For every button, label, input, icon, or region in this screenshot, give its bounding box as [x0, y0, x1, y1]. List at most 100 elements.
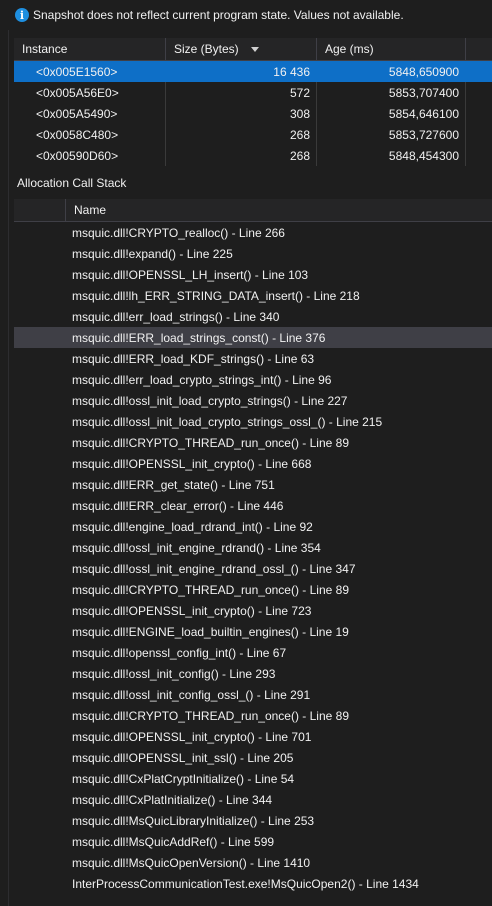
stack-frame-row[interactable]: InterProcessCommunicationTest.exe!MsQuic… [14, 873, 492, 894]
stack-frame-label: msquic.dll!OPENSSL_init_crypto() - Line … [72, 603, 312, 618]
stack-frame-label: msquic.dll!MsQuicLibraryInitialize() - L… [72, 813, 315, 828]
size-cell: 308 [166, 103, 317, 124]
stack-frame-row[interactable]: msquic.dll!OPENSSL_init_crypto() - Line … [14, 600, 492, 621]
stack-frame-label: msquic.dll!expand() - Line 225 [72, 246, 233, 261]
stack-frame-label: msquic.dll!ossl_init_config_ossl_() - Li… [72, 687, 311, 702]
stack-frame-label: msquic.dll!ossl_init_load_crypto_strings… [72, 414, 383, 429]
stack-frame-row[interactable]: msquic.dll!lh_ERR_STRING_DATA_insert() -… [14, 285, 492, 306]
stack-frame-label: msquic.dll!OPENSSL_init_crypto() - Line … [72, 729, 312, 744]
stack-frame-row[interactable]: msquic.dll!ERR_load_strings_const() - Li… [14, 327, 492, 348]
age-cell: 5853,727600 [317, 124, 466, 145]
column-header-gutter [14, 199, 66, 221]
empty-cell [466, 145, 492, 166]
stack-frame-label: msquic.dll!openssl_config_int() - Line 6… [72, 645, 287, 660]
size-cell: 16 436 [166, 61, 317, 82]
stack-frame-row[interactable]: msquic.dll!err_load_crypto_strings_int()… [14, 369, 492, 390]
stack-frame-label: msquic.dll!CRYPTO_THREAD_run_once() - Li… [72, 435, 350, 450]
stack-frame-row[interactable]: msquic.dll!ERR_load_KDF_strings() - Line… [14, 348, 492, 369]
info-bar: i Snapshot does not reflect current prog… [0, 0, 492, 30]
stack-frame-row[interactable]: msquic.dll!CRYPTO_THREAD_run_once() - Li… [14, 432, 492, 453]
stack-frame-row[interactable]: msquic.dll!ossl_init_engine_rdrand() - L… [14, 537, 492, 558]
instance-row[interactable]: <0x005A5490> 308 5854,646100 [14, 103, 492, 124]
instances-rows: <0x005E1560> 16 436 5848,650900 <0x005A56E0… [14, 61, 492, 166]
instance-cell: <0x005E1560> [14, 61, 166, 82]
empty-cell [466, 82, 492, 103]
stack-frame-label: msquic.dll!ERR_get_state() - Line 751 [72, 477, 275, 492]
column-header-age[interactable]: Age (ms) [317, 38, 466, 60]
stack-frame-row[interactable]: msquic.dll!CRYPTO_realloc() - Line 266 [14, 222, 492, 243]
stack-frame-row[interactable]: msquic.dll!CxPlatCryptInitialize() - Lin… [14, 768, 492, 789]
stack-frame-label: msquic.dll!CRYPTO_THREAD_run_once() - Li… [72, 582, 350, 597]
stack-frame-row[interactable]: msquic.dll!MsQuicAddRef() - Line 599 [14, 831, 492, 852]
empty-cell [466, 124, 492, 145]
stack-frame-row[interactable]: msquic.dll!OPENSSL_init_crypto() - Line … [14, 453, 492, 474]
stack-frame-label: msquic.dll!ossl_init_load_crypto_strings… [72, 393, 348, 408]
stack-frame-label: msquic.dll!OPENSSL_init_ssl() - Line 205 [72, 750, 294, 765]
stack-frame-label: msquic.dll!MsQuicAddRef() - Line 599 [72, 834, 275, 849]
stack-frame-row[interactable]: msquic.dll!ENGINE_load_builtin_engines()… [14, 621, 492, 642]
instance-cell: <0x0058C480> [14, 124, 166, 145]
stack-frame-row[interactable]: msquic.dll!ERR_get_state() - Line 751 [14, 474, 492, 495]
instance-row[interactable]: <0x0058C480> 268 5853,727600 [14, 124, 492, 145]
stack-frame-row[interactable]: msquic.dll!ERR_clear_error() - Line 446 [14, 495, 492, 516]
info-icon: i [15, 8, 29, 22]
column-header-empty [466, 38, 492, 60]
stack-frame-row[interactable]: msquic.dll!MsQuicLibraryInitialize() - L… [14, 810, 492, 831]
stack-frame-label: msquic.dll!ENGINE_load_builtin_engines()… [72, 624, 349, 639]
stack-frame-label: msquic.dll!CxPlatInitialize() - Line 344 [72, 792, 273, 807]
stack-frame-label: msquic.dll!err_load_strings() - Line 340 [72, 309, 280, 324]
stack-frame-label: msquic.dll!MsQuicOpenVersion() - Line 14… [72, 855, 311, 870]
stack-frame-row[interactable]: msquic.dll!CxPlatInitialize() - Line 344 [14, 789, 492, 810]
stack-frame-label: msquic.dll!ossl_init_engine_rdrand_ossl_… [72, 561, 356, 576]
instances-header: Instance Size (Bytes) Age (ms) [14, 38, 492, 61]
stack-frame-label: msquic.dll!err_load_crypto_strings_int()… [72, 372, 332, 387]
sort-descending-icon [250, 46, 259, 52]
stack-frame-row[interactable]: msquic.dll!OPENSSL_init_crypto() - Line … [14, 726, 492, 747]
call-stack-table: Name msquic.dll!CRYPTO_realloc() - Line … [14, 199, 492, 894]
stack-frame-label: msquic.dll!ERR_load_strings_const() - Li… [72, 330, 326, 345]
column-header-instance[interactable]: Instance [14, 38, 166, 60]
empty-cell [466, 103, 492, 124]
column-header-size[interactable]: Size (Bytes) [166, 38, 317, 60]
instance-row[interactable]: <0x00590D60> 268 5848,454300 [14, 145, 492, 166]
instance-row[interactable]: <0x005E1560> 16 436 5848,650900 [14, 61, 492, 82]
stack-frame-row[interactable]: msquic.dll!err_load_strings() - Line 340 [14, 306, 492, 327]
stack-frame-row[interactable]: msquic.dll!ossl_init_load_crypto_strings… [14, 411, 492, 432]
stack-frame-row[interactable]: msquic.dll!MsQuicOpenVersion() - Line 14… [14, 852, 492, 873]
stack-frame-row[interactable]: msquic.dll!openssl_config_int() - Line 6… [14, 642, 492, 663]
stack-frame-row[interactable]: msquic.dll!CRYPTO_THREAD_run_once() - Li… [14, 705, 492, 726]
stack-frame-label: InterProcessCommunicationTest.exe!MsQuic… [72, 876, 419, 891]
stack-frame-row[interactable]: msquic.dll!ossl_init_config() - Line 293 [14, 663, 492, 684]
info-message: Snapshot does not reflect current progra… [33, 8, 404, 22]
stack-frame-label: msquic.dll!ERR_load_KDF_strings() - Line… [72, 351, 315, 366]
age-cell: 5853,707400 [317, 82, 466, 103]
instance-cell: <0x005A5490> [14, 103, 166, 124]
stack-frame-row[interactable]: msquic.dll!expand() - Line 225 [14, 243, 492, 264]
stack-frame-row[interactable]: msquic.dll!CRYPTO_THREAD_run_once() - Li… [14, 579, 492, 600]
instance-cell: <0x00590D60> [14, 145, 166, 166]
stack-frame-label: msquic.dll!OPENSSL_LH_insert() - Line 10… [72, 267, 309, 282]
empty-cell [466, 61, 492, 82]
call-stack-title: Allocation Call Stack [17, 176, 127, 190]
stack-frame-row[interactable]: msquic.dll!ossl_init_config_ossl_() - Li… [14, 684, 492, 705]
age-cell: 5848,454300 [317, 145, 466, 166]
age-cell: 5848,650900 [317, 61, 466, 82]
stack-frame-row[interactable]: msquic.dll!ossl_init_load_crypto_strings… [14, 390, 492, 411]
call-stack-rows: msquic.dll!CRYPTO_realloc() - Line 266 ms… [14, 222, 492, 894]
instance-row[interactable]: <0x005A56E0> 572 5853,707400 [14, 82, 492, 103]
age-cell: 5854,646100 [317, 103, 466, 124]
left-border [8, 30, 9, 906]
stack-frame-row[interactable]: msquic.dll!OPENSSL_init_ssl() - Line 205 [14, 747, 492, 768]
stack-frame-label: msquic.dll!ossl_init_config() - Line 293 [72, 666, 276, 681]
column-header-name[interactable]: Name [66, 199, 492, 221]
stack-frame-row[interactable]: msquic.dll!OPENSSL_LH_insert() - Line 10… [14, 264, 492, 285]
stack-frame-label: msquic.dll!CRYPTO_realloc() - Line 266 [72, 225, 285, 240]
stack-frame-label: msquic.dll!OPENSSL_init_crypto() - Line … [72, 456, 312, 471]
stack-frame-label: msquic.dll!lh_ERR_STRING_DATA_insert() -… [72, 288, 360, 303]
stack-frame-row[interactable]: msquic.dll!ossl_init_engine_rdrand_ossl_… [14, 558, 492, 579]
stack-frame-label: msquic.dll!ERR_clear_error() - Line 446 [72, 498, 284, 513]
stack-frame-label: msquic.dll!engine_load_rdrand_int() - Li… [72, 519, 313, 534]
size-cell: 268 [166, 124, 317, 145]
stack-frame-label: msquic.dll!CRYPTO_THREAD_run_once() - Li… [72, 708, 350, 723]
stack-frame-row[interactable]: msquic.dll!engine_load_rdrand_int() - Li… [14, 516, 492, 537]
